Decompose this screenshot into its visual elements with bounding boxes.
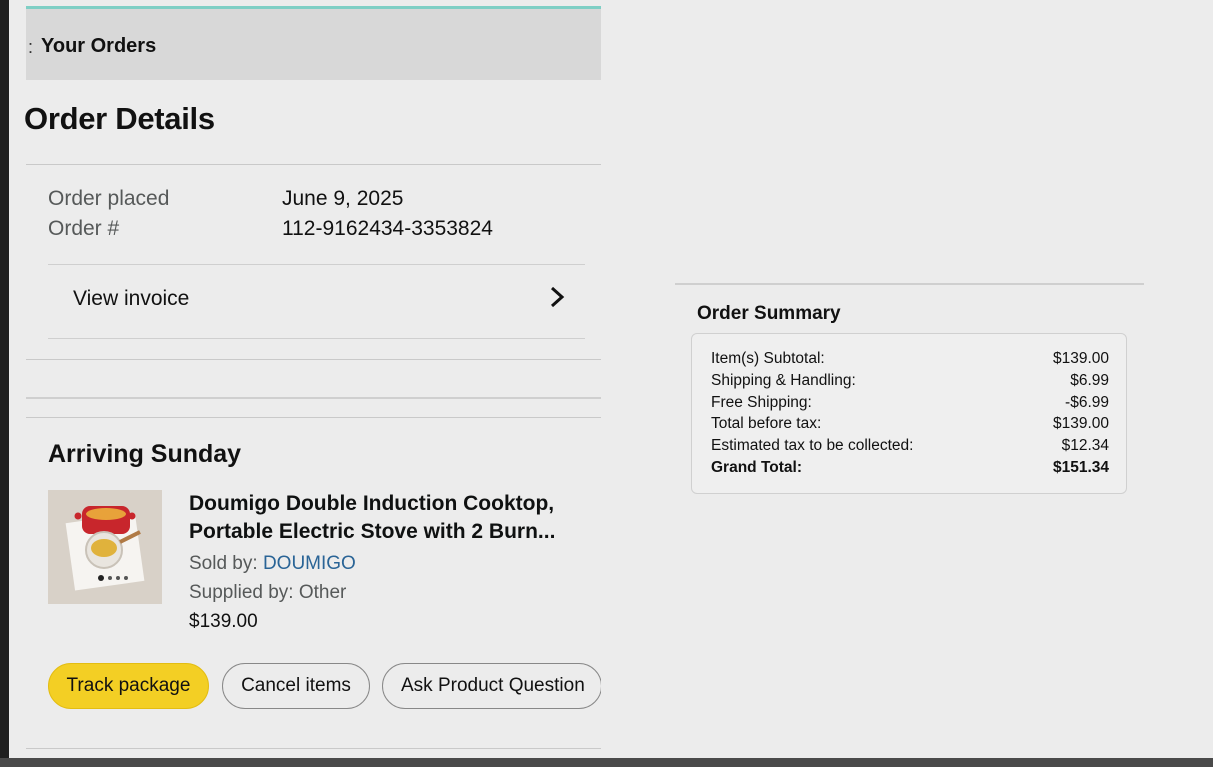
order-placed-value: June 9, 2025 — [282, 187, 404, 210]
grand-total-row: Grand Total: $151.34 — [711, 459, 1109, 481]
summary-label: Estimated tax to be collected: — [711, 437, 914, 454]
product-price: $139.00 — [189, 611, 258, 632]
summary-value: $139.00 — [1052, 415, 1109, 432]
summary-row: Estimated tax to be collected: $12.34 — [711, 437, 1109, 459]
summary-value: -$6.99 — [1065, 394, 1109, 411]
section-separator — [26, 397, 601, 399]
order-details-panel: : Your Orders Order Details Order placed… — [9, 0, 601, 758]
order-number-value: 112-9162434-3353824 — [282, 217, 493, 240]
order-number-label: Order # — [48, 217, 120, 240]
cooktop-image — [48, 490, 162, 604]
order-placed-label: Order placed — [48, 187, 170, 210]
bottom-edge-frame — [0, 758, 1213, 767]
grand-total-value: $151.34 — [1052, 459, 1109, 476]
summary-label: Total before tax: — [711, 415, 822, 432]
ask-product-question-button[interactable]: Ask Product Question — [382, 663, 601, 709]
order-summary-panel: Order Summary Item(s) Subtotal: $139.00 … — [675, 283, 1144, 514]
product-thumbnail[interactable] — [48, 490, 162, 604]
track-package-button[interactable]: Track package — [48, 663, 209, 709]
product-title-link[interactable]: Doumigo Double Induction Cooktop, Portab… — [189, 490, 589, 546]
summary-value: $12.34 — [1061, 437, 1109, 454]
left-edge-frame — [0, 0, 9, 767]
back-icon[interactable]: : — [28, 37, 33, 58]
summary-label: Shipping & Handling: — [711, 372, 856, 389]
top-header: : Your Orders — [26, 6, 601, 80]
order-info-card: Order placed June 9, 2025 Order # 112-91… — [26, 164, 601, 360]
supplied-by: Supplied by: Other — [189, 582, 347, 603]
summary-row: Total before tax: $139.00 — [711, 415, 1109, 437]
sold-by-label: Sold by: — [189, 553, 263, 574]
summary-row: Shipping & Handling: $6.99 — [711, 372, 1109, 394]
summary-value: $6.99 — [1070, 372, 1109, 389]
summary-row: Free Shipping: -$6.99 — [711, 394, 1109, 416]
grand-total-label: Grand Total: — [711, 459, 802, 476]
seller-link[interactable]: DOUMIGO — [263, 553, 356, 574]
page-title: Order Details — [24, 101, 215, 136]
order-summary-title: Order Summary — [697, 303, 841, 324]
view-invoice-row[interactable]: View invoice — [48, 265, 585, 335]
order-summary-box: Item(s) Subtotal: $139.00 Shipping & Han… — [691, 333, 1127, 494]
your-orders-link[interactable]: Your Orders — [41, 35, 156, 58]
delivery-status: Arriving Sunday — [48, 440, 242, 468]
sold-by: Sold by: DOUMIGO — [189, 553, 356, 575]
shipment-card: Arriving Sunday Doumigo Double Induction… — [26, 417, 601, 749]
view-invoice-label: View invoice — [73, 287, 190, 310]
summary-value: $139.00 — [1052, 350, 1109, 367]
summary-label: Item(s) Subtotal: — [711, 350, 825, 367]
cancel-items-button[interactable]: Cancel items — [222, 663, 370, 709]
divider — [48, 338, 585, 339]
summary-row: Item(s) Subtotal: $139.00 — [711, 350, 1109, 372]
chevron-right-icon — [550, 286, 565, 308]
summary-label: Free Shipping: — [711, 394, 812, 411]
